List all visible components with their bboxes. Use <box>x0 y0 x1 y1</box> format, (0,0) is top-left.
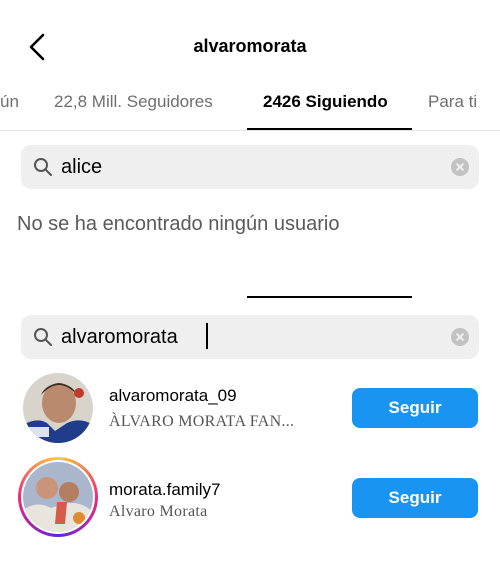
search-icon <box>34 158 52 176</box>
result-username[interactable]: morata.family7 <box>109 480 220 500</box>
avatar-photo <box>23 462 93 532</box>
text-caret <box>206 323 208 349</box>
tab-partial[interactable]: ún <box>0 92 19 112</box>
result-full-name: ÀLVARO MORATA FAN... <box>109 413 295 430</box>
search-icon <box>34 328 52 346</box>
tab-active-indicator-2 <box>247 296 412 298</box>
follow-button[interactable]: Seguir <box>352 478 478 518</box>
list-item[interactable]: alvaromorata_09 ÀLVARO MORATA FAN... Seg… <box>0 366 500 450</box>
list-item[interactable]: morata.family7 Alvaro Morata Seguir <box>0 455 500 539</box>
clear-icon[interactable] <box>451 328 469 346</box>
avatar[interactable] <box>23 373 93 443</box>
avatar-photo <box>23 373 93 443</box>
result-username[interactable]: alvaromorata_09 <box>109 386 237 406</box>
tab-bar: ún 22,8 Mill. Seguidores 2426 Siguiendo … <box>0 88 500 132</box>
search-bar-top <box>21 145 479 189</box>
search-input-top[interactable] <box>61 151 431 183</box>
tab-for-you[interactable]: Para ti <box>428 92 477 112</box>
clear-icon[interactable] <box>451 158 469 176</box>
header: alvaromorata <box>0 0 500 90</box>
search-input-bottom[interactable] <box>61 321 431 353</box>
tab-followers[interactable]: 22,8 Mill. Seguidores <box>54 92 213 112</box>
result-full-name: Alvaro Morata <box>109 503 208 520</box>
search-bar-bottom <box>21 315 479 359</box>
page-title: alvaromorata <box>193 36 307 56</box>
avatar[interactable] <box>23 462 93 532</box>
tab-divider <box>0 130 500 131</box>
follow-button[interactable]: Seguir <box>352 388 478 428</box>
empty-state-message: No se ha encontrado ningún usuario <box>17 213 340 235</box>
tab-following[interactable]: 2426 Siguiendo <box>263 92 388 112</box>
